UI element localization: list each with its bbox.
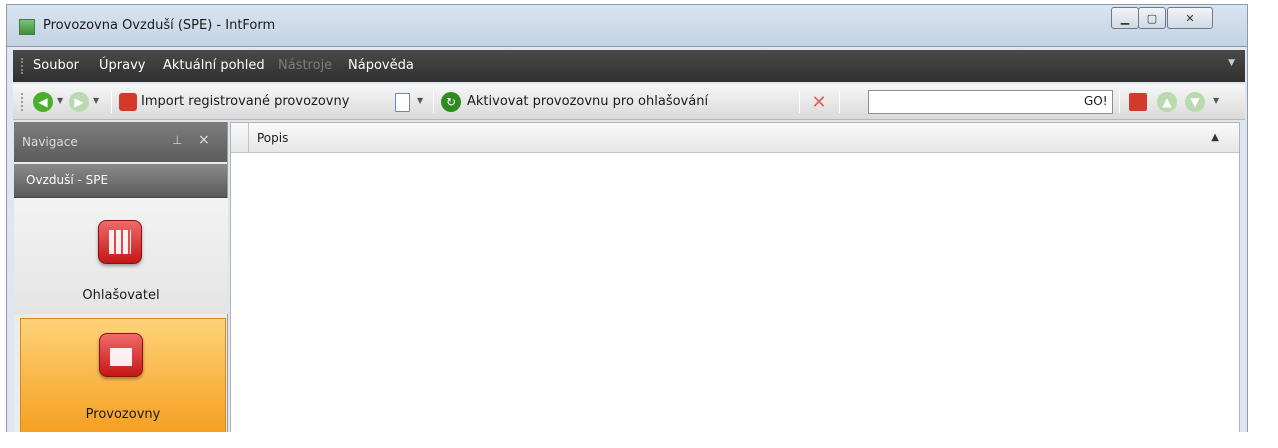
forward-arrow-icon[interactable]: ▶ [69,92,89,112]
new-document-dropdown-icon[interactable]: ▼ [417,96,423,105]
nav-item-ohlasovatel[interactable]: Ohlašovatel [14,198,228,314]
close-icon: ✕ [1185,11,1195,25]
go-button[interactable]: GO! [1084,94,1108,108]
close-button[interactable]: ✕ [1167,7,1213,29]
refresh-icon[interactable]: ↻ [441,92,461,112]
toolbar-separator [111,91,112,113]
menu-soubor[interactable]: Soubor [33,58,79,73]
app-icon [19,19,35,35]
nav-item-provozovny[interactable]: Provozovny [20,318,226,434]
delete-icon[interactable]: ✕ [809,92,829,113]
minimize-icon: ▁ [1120,11,1130,25]
menu-aktualni-pohled[interactable]: Aktuální pohled [163,58,265,73]
menu-grip[interactable] [21,58,23,74]
torn-edge-decoration [1248,0,1278,448]
factory-icon [99,333,143,377]
grid-header: Popis ▲ [231,123,1239,153]
navigation-header: Navigace ⊥ × [14,122,227,162]
toolbar-grip[interactable] [21,93,23,111]
navigation-title: Navigace [22,135,78,149]
activate-button[interactable]: Aktivovat provozovnu pro ohlašování [467,94,708,109]
navigation-pane: Navigace ⊥ × Ovzduší - SPE Ohlašovatel P… [14,122,228,434]
navigation-group[interactable]: Ovzduší - SPE [14,164,227,198]
building-icon [98,220,142,264]
window-title: Provozovna Ovzduší (SPE) - IntForm [43,18,276,33]
column-header-popis[interactable]: Popis [257,131,288,145]
menu-upravy[interactable]: Úpravy [99,58,145,73]
up-icon[interactable]: ▲ [1157,92,1177,112]
back-arrow-icon[interactable]: ◀ [33,92,53,112]
forward-dropdown-icon[interactable]: ▼ [93,96,99,105]
torn-edge-decoration [0,432,1278,448]
navigation-group-label: Ovzduší - SPE [26,173,109,187]
toolbar-separator [1119,91,1120,113]
title-bar[interactable]: Provozovna Ovzduší (SPE) - IntForm ▁ ▢ ✕ [7,5,1247,47]
menu-nastroje[interactable]: Nástroje [278,58,332,73]
toolbar: ◀ ▼ ▶ ▼ Import registrované provozovny ▼… [13,84,1245,120]
nav-item-label: Ohlašovatel [82,288,160,303]
sort-ascending-icon[interactable]: ▲ [1211,132,1219,143]
maximize-button[interactable]: ▢ [1138,7,1166,29]
down-icon[interactable]: ▼ [1185,92,1205,112]
toolbar-separator [839,91,840,113]
menu-napoveda[interactable]: Nápověda [348,58,414,73]
calculator-icon[interactable] [1129,93,1147,111]
toolbar-separator [433,91,434,113]
maximize-icon: ▢ [1146,11,1158,25]
pin-icon[interactable]: ⊥ [172,133,182,147]
chevron-down-icon[interactable]: ▼ [1228,58,1235,68]
close-icon[interactable]: × [198,132,210,148]
toolbar-separator [799,91,800,113]
import-icon[interactable] [119,93,137,111]
nav-item-label: Provozovny [85,407,161,422]
grid-row-selector-header[interactable] [231,123,249,153]
search-input[interactable] [868,90,1113,114]
toolbar-overflow-icon[interactable]: ▼ [1213,96,1219,105]
menu-bar: Soubor Úpravy Aktuální pohled Nástroje N… [13,50,1245,82]
new-document-icon[interactable] [395,93,410,112]
minimize-button[interactable]: ▁ [1111,7,1139,29]
data-grid: Popis ▲ [230,122,1240,434]
back-dropdown-icon[interactable]: ▼ [57,96,63,105]
import-button[interactable]: Import registrované provozovny [141,94,349,109]
